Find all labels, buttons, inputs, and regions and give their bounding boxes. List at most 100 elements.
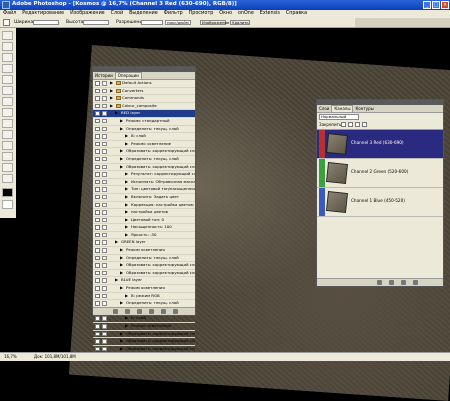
new-channel-icon[interactable] [401,280,406,285]
expand-triangle-icon[interactable]: ▶ [125,232,128,239]
toggle-item-icon[interactable] [95,346,100,352]
hand-tool-icon[interactable] [2,163,13,172]
menu-view[interactable]: Просмотр [186,10,217,18]
crop-tool-icon[interactable] [2,64,13,73]
expand-triangle-icon[interactable]: ▶ [115,239,118,246]
toggle-dialog-icon[interactable] [102,118,107,124]
close-button[interactable]: × [441,1,449,9]
action-row[interactable]: ▶ Режим: осветление [93,323,195,331]
action-row[interactable]: ▶ Определить: текущ. слой [93,156,195,164]
toggle-item-icon[interactable] [95,293,100,299]
action-row[interactable]: ▶ Включить: Задать цвет [93,194,195,202]
action-row[interactable]: ▶ RED layer [93,110,195,118]
foreground-color-icon[interactable] [2,188,13,197]
load-selection-icon[interactable] [377,280,382,285]
channel-row-green[interactable]: Channel 2 Green (520-600) [317,159,443,188]
toggle-item-icon[interactable] [95,156,100,162]
toggle-dialog-icon[interactable] [102,103,107,109]
action-row[interactable]: ▶ Converters [93,88,195,96]
front-image-button[interactable]: Изображение [200,20,229,25]
toggle-dialog-icon[interactable] [102,81,107,86]
menu-extensis[interactable]: Extensis [257,10,283,18]
new-set-icon[interactable] [149,309,154,314]
toggle-dialog-icon[interactable] [102,225,107,230]
action-row[interactable]: ▶Образовать: корректирующий слой [93,164,195,172]
toggle-dialog-icon[interactable] [102,149,107,154]
expand-triangle-icon[interactable]: ▶ [120,338,123,345]
toggle-dialog-icon[interactable] [102,141,107,147]
toggle-item-icon[interactable] [95,225,100,230]
save-selection-icon[interactable] [389,280,394,285]
toggle-dialog-icon[interactable] [102,202,107,207]
menu-onone[interactable]: onOne [235,10,257,18]
toggle-dialog-icon[interactable] [102,248,107,253]
expand-triangle-icon[interactable]: ▶ [120,247,123,254]
toggle-item-icon[interactable] [95,232,100,238]
expand-triangle-icon[interactable]: ▶ [125,293,128,300]
expand-triangle-icon[interactable]: ▶ [115,277,118,284]
expand-triangle-icon[interactable]: ▶ [125,315,128,322]
menu-filter[interactable]: Фильтр [161,10,186,18]
gradient-tool-icon[interactable] [2,108,13,117]
expand-triangle-icon[interactable]: ▶ [125,224,128,231]
action-row[interactable]: ▶ Режим осветления [93,247,195,255]
trash-icon[interactable] [173,309,178,314]
toggle-item-icon[interactable] [95,134,100,139]
expand-triangle-icon[interactable]: ▶ [120,156,123,163]
toggle-dialog-icon[interactable] [102,217,107,223]
lock-transparency-icon[interactable] [341,122,346,127]
toggle-item-icon[interactable] [95,194,100,200]
expand-triangle-icon[interactable]: ▶ [120,331,123,338]
toggle-item-icon[interactable] [95,126,100,132]
pen-tool-icon[interactable] [2,130,13,139]
tab-paths[interactable]: Контуры [353,106,375,112]
expand-triangle-icon[interactable]: ▶ [115,110,118,117]
action-row[interactable]: ▶ Default Actions [93,80,195,88]
lock-all-icon[interactable] [362,122,367,127]
menu-image[interactable]: Изображение [67,10,108,18]
action-row[interactable]: ▶ В: слой [93,315,195,323]
toggle-dialog-icon[interactable] [102,346,107,352]
action-row[interactable]: ▶ настройка цветов [93,209,195,217]
action-row[interactable]: ▶ GREEN layer [93,239,195,248]
toggle-item-icon[interactable] [95,316,100,321]
toggle-item-icon[interactable] [95,324,100,329]
height-field[interactable] [83,20,109,25]
action-row[interactable]: ▶ В: режим RGB [93,293,195,301]
toggle-dialog-icon[interactable] [102,88,107,94]
action-row[interactable]: ▶ Исполнять: Обтравочная маска [93,179,195,187]
blend-mode-select[interactable]: Нормальный [319,114,359,120]
channel-row-red[interactable]: Channel 3 Red (630-690) [317,130,443,159]
action-row[interactable]: ▶ Commands [93,95,195,103]
tab-channels[interactable]: Каналы [331,105,354,112]
expand-triangle-icon[interactable]: ▶ [110,88,113,95]
expand-triangle-icon[interactable]: ▶ [125,141,128,148]
toggle-dialog-icon[interactable] [102,179,107,185]
expand-triangle-icon[interactable]: ▶ [125,133,128,140]
toggle-item-icon[interactable] [95,278,100,283]
tab-layers[interactable]: Слои [317,106,331,112]
toggle-dialog-icon[interactable] [102,232,107,238]
expand-triangle-icon[interactable]: ▶ [125,179,128,186]
clear-button[interactable]: Удалить [230,20,250,25]
toggle-item-icon[interactable] [95,118,100,124]
menu-window[interactable]: Окно [216,10,235,18]
toggle-item-icon[interactable] [95,96,100,101]
toggle-item-icon[interactable] [95,187,100,192]
resolution-unit-select[interactable]: пикс/дюйм [165,20,191,25]
toggle-dialog-icon[interactable] [102,270,107,276]
expand-triangle-icon[interactable]: ▶ [110,103,113,110]
brush-tool-icon[interactable] [2,75,13,84]
toggle-dialog-icon[interactable] [102,240,107,245]
toggle-dialog-icon[interactable] [102,278,107,283]
marquee-tool-icon[interactable] [2,42,13,51]
action-row[interactable]: ▶Образовать: корректирующий слой [93,331,195,339]
move-tool-icon[interactable] [2,31,13,40]
toggle-item-icon[interactable] [95,179,100,185]
menu-edit[interactable]: Редактирование [19,10,67,18]
toggle-dialog-icon[interactable] [102,263,107,268]
action-row[interactable]: ▶ Яркость: -50 [93,232,195,240]
expand-triangle-icon[interactable]: ▶ [120,300,123,307]
toggle-dialog-icon[interactable] [102,301,107,306]
action-row[interactable]: ▶ Насыщенность: 100 [93,224,195,232]
